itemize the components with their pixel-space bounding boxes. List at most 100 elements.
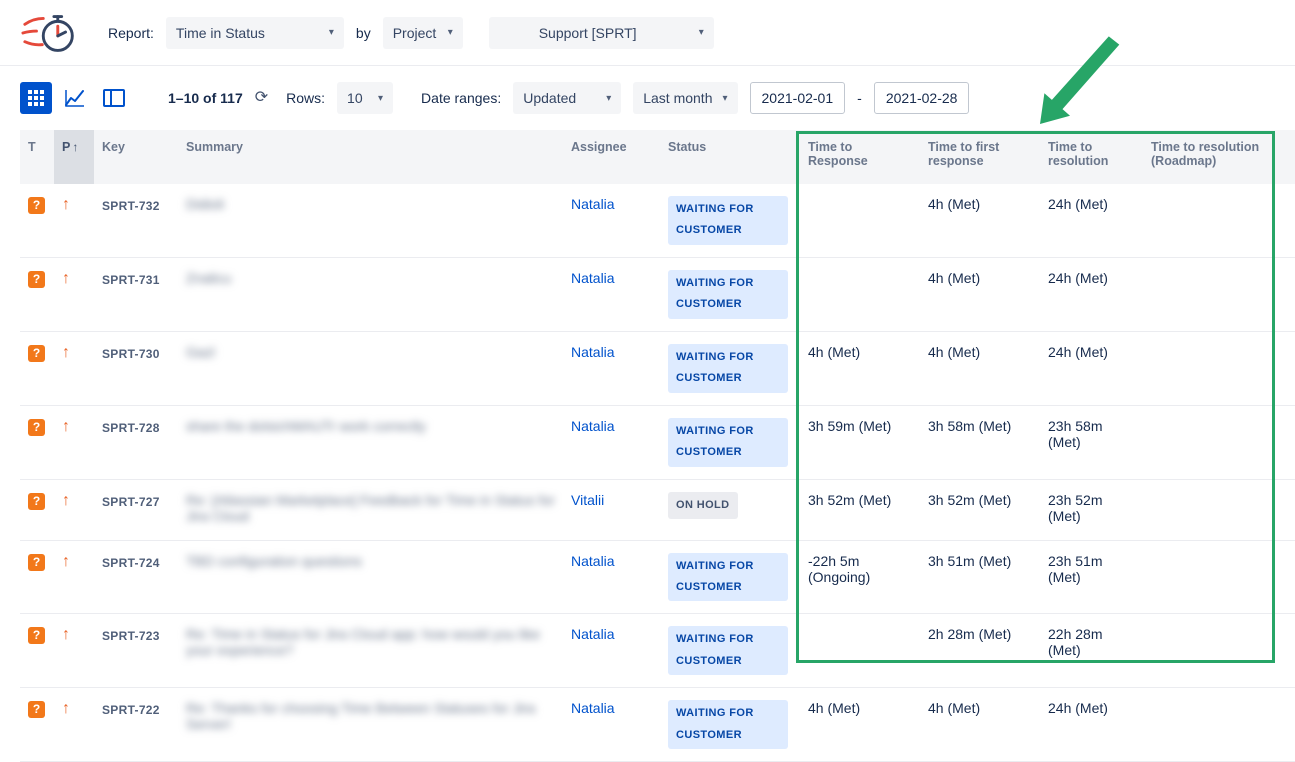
assignee-link[interactable]: Natalia [571, 270, 615, 286]
board-view-icon [103, 89, 125, 107]
table-row[interactable]: ? ↑ SPRT-728 share the dolsichMAUTr work… [20, 405, 1295, 479]
assignee-link[interactable]: Natalia [571, 626, 615, 642]
time-to-response-value: 3h 52m (Met) [800, 479, 920, 540]
column-header-type[interactable]: T [20, 130, 54, 184]
time-to-resolution-roadmap-value [1143, 540, 1295, 614]
assignee-link[interactable]: Natalia [571, 553, 615, 569]
issue-key[interactable]: SPRT-730 [94, 331, 178, 405]
issue-key[interactable]: SPRT-723 [94, 614, 178, 688]
chart-view-button[interactable] [59, 82, 91, 114]
issue-key[interactable]: SPRT-727 [94, 479, 178, 540]
grid-view-icon [27, 89, 45, 107]
issue-key[interactable]: SPRT-731 [94, 257, 178, 331]
time-to-resolution-roadmap-value [1143, 405, 1295, 479]
column-header-key[interactable]: Key [94, 130, 178, 184]
issue-key[interactable]: SPRT-724 [94, 540, 178, 614]
time-to-first-response-value: 4h (Met) [920, 688, 1040, 762]
date-preset-select[interactable]: Last month ▾ [633, 82, 737, 114]
priority-high-icon: ↑ [62, 344, 70, 361]
assignee-link[interactable]: Natalia [571, 196, 615, 212]
column-header-time-to-first-response[interactable]: Time to first response [920, 130, 1040, 184]
issue-key[interactable]: SPRT-728 [94, 405, 178, 479]
app-logo [20, 7, 82, 59]
priority-high-icon: ↑ [62, 553, 70, 570]
table-row[interactable]: ? ↑ SPRT-722 Re: Thanks for choosing Tim… [20, 688, 1295, 762]
time-to-resolution-roadmap-value [1143, 479, 1295, 540]
summary-text-blurred: Re: Thanks for choosing Time Between Sta… [186, 700, 535, 732]
scope-value: Project [393, 25, 437, 41]
time-to-resolution-roadmap-value [1143, 257, 1295, 331]
time-to-response-value: -22h 5m (Ongoing) [800, 540, 920, 614]
priority-high-icon: ↑ [62, 626, 70, 643]
date-from-input[interactable]: 2021-02-01 [750, 82, 846, 114]
pagination-summary: 1–10 of 117 [168, 90, 243, 106]
assignee-link[interactable]: Vitalii [571, 492, 604, 508]
column-header-priority[interactable]: P↑ [54, 130, 94, 184]
column-header-assignee[interactable]: Assignee [563, 130, 660, 184]
column-header-time-to-response[interactable]: Time to Response [800, 130, 920, 184]
assignee-link[interactable]: Natalia [571, 700, 615, 716]
project-select[interactable]: Support [SPRT] ▾ [489, 17, 714, 49]
status-badge: Waiting for customer [668, 700, 788, 749]
summary-text-blurred: Re: [Atlassian Marketplace] Feedback for… [186, 492, 555, 524]
time-to-first-response-value: 3h 52m (Met) [920, 479, 1040, 540]
table-row[interactable]: ? ↑ SPRT-723 Re: Time in Status for Jira… [20, 614, 1295, 688]
rows-per-page-select[interactable]: 10 ▾ [337, 82, 393, 114]
status-badge: Waiting for customer [668, 553, 788, 602]
summary-text-blurred: Gazl [186, 344, 215, 360]
project-value: Support [SPRT] [539, 25, 637, 41]
time-to-response-value: 4h (Met) [800, 331, 920, 405]
issue-key[interactable]: SPRT-722 [94, 688, 178, 762]
column-view-button[interactable] [98, 82, 130, 114]
chevron-down-icon: ▾ [699, 27, 704, 38]
status-badge: Waiting for customer [668, 196, 788, 245]
time-to-resolution-roadmap-value [1143, 331, 1295, 405]
rows-label: Rows: [286, 90, 325, 106]
refresh-icon[interactable]: ⟳ [255, 90, 268, 106]
priority-high-icon: ↑ [62, 418, 70, 435]
priority-high-icon: ↑ [62, 492, 70, 509]
table-row[interactable]: ? ↑ SPRT-731 Znalicu Natalia Waiting for… [20, 257, 1295, 331]
sort-ascending-icon: ↑ [72, 140, 78, 154]
time-to-first-response-value: 2h 28m (Met) [920, 614, 1040, 688]
table-row[interactable]: ? ↑ SPRT-727 Re: [Atlassian Marketplace]… [20, 479, 1295, 540]
time-to-first-response-value: 4h (Met) [920, 331, 1040, 405]
question-issue-type-icon: ? [28, 493, 45, 510]
toolbar: 1–10 of 117 ⟳ Rows: 10 ▾ Date ranges: Up… [0, 66, 1295, 130]
date-field-value: Updated [523, 90, 576, 106]
assignee-link[interactable]: Natalia [571, 344, 615, 360]
question-issue-type-icon: ? [28, 345, 45, 362]
time-to-resolution-value: 22h 28m (Met) [1040, 614, 1143, 688]
top-bar: Report: Time in Status ▾ by Project ▾ Su… [0, 0, 1295, 66]
time-to-first-response-value: 3h 51m (Met) [920, 540, 1040, 614]
table-view-button[interactable] [20, 82, 52, 114]
report-type-value: Time in Status [176, 25, 265, 41]
time-to-resolution-value: 23h 52m (Met) [1040, 479, 1143, 540]
date-ranges-label: Date ranges: [421, 90, 501, 106]
column-header-time-to-resolution[interactable]: Time to resolution [1040, 130, 1143, 184]
issue-key[interactable]: SPRT-732 [94, 184, 178, 257]
status-badge: On Hold [668, 492, 738, 519]
scope-select[interactable]: Project ▾ [383, 17, 463, 49]
report-type-select[interactable]: Time in Status ▾ [166, 17, 344, 49]
time-to-resolution-value: 23h 58m (Met) [1040, 405, 1143, 479]
table-header-row: T P↑ Key Summary Assignee Status Time to… [20, 130, 1295, 184]
status-badge: Waiting for customer [668, 626, 788, 675]
column-header-status[interactable]: Status [660, 130, 800, 184]
column-header-summary[interactable]: Summary [178, 130, 563, 184]
column-header-time-to-resolution-roadmap[interactable]: Time to resolution (Roadmap) [1143, 130, 1295, 184]
summary-text-blurred: Didioli [186, 196, 224, 212]
time-to-response-value [800, 184, 920, 257]
status-badge: Waiting for customer [668, 344, 788, 393]
date-field-select[interactable]: Updated ▾ [513, 82, 621, 114]
priority-high-icon: ↑ [62, 700, 70, 717]
view-switcher [20, 82, 130, 114]
chevron-down-icon: ▾ [722, 93, 727, 104]
table-row[interactable]: ? ↑ SPRT-724 TBD configuration questions… [20, 540, 1295, 614]
date-to-input[interactable]: 2021-02-28 [874, 82, 970, 114]
table-row[interactable]: ? ↑ SPRT-732 Didioli Natalia Waiting for… [20, 184, 1295, 257]
assignee-link[interactable]: Natalia [571, 418, 615, 434]
time-to-first-response-value: 4h (Met) [920, 184, 1040, 257]
question-issue-type-icon: ? [28, 419, 45, 436]
table-row[interactable]: ? ↑ SPRT-730 Gazl Natalia Waiting for cu… [20, 331, 1295, 405]
